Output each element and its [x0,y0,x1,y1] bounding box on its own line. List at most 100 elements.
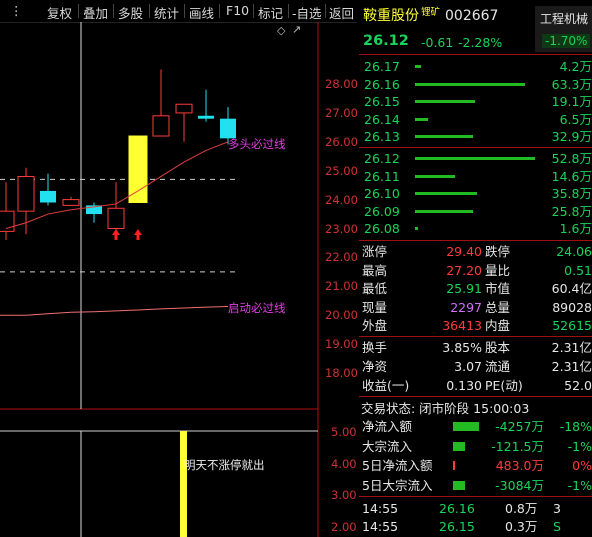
flow-bar [453,441,465,451]
price-tick-label: 21.00 [325,279,358,294]
sell-volume-bar [415,135,473,139]
stat-value: 89028 [552,299,592,315]
buy-price: 26.10 [364,186,400,202]
flow-bar [453,461,455,470]
toolbar-divider [184,4,185,18]
stat-label: 最低 [362,281,388,297]
sell-order-row: 26.15 19.1万 [359,93,592,110]
stat-value: 52.0 [564,378,592,393]
stats2-row: 换手 3.85% 股本 2.31亿 [359,339,592,356]
stat-value: 0.130 [446,378,482,393]
buy-order-row: 26.10 35.8万 [359,185,592,202]
current-price: 26.12 [363,33,409,49]
flow-pct: 0% [572,458,592,473]
stat-value: 52615 [552,318,592,334]
divider [359,336,592,337]
price-row: 26.12 -0.61 -2.28% [359,32,592,52]
stats-row: 最高 27.20 量比 0.51 [359,262,592,279]
kline-chart[interactable] [0,22,357,537]
buy-price: 26.12 [364,151,400,166]
stat-value: 0.51 [564,262,592,278]
flow-row: 5日净流入额 483.0万 0% [359,457,592,474]
toolbar-divider [219,4,220,18]
price-tick-label: 25.00 [325,163,358,178]
price-tick-label: 19.00 [325,337,358,352]
stat-label: 最高 [362,262,388,278]
stat-label: 内盘 [485,318,511,334]
buy-price: 26.08 [364,221,400,237]
button-tongji[interactable]: 统计 [154,3,179,22]
price-tick-label: 26.00 [325,134,358,149]
stat-value: 60.4亿 [551,281,592,297]
quote-panel: 鞍重股份 锂矿 002667 工程机械 -1.70% 26.12 -0.61 -… [359,0,592,537]
sell-order-row: 26.13 32.9万 [359,128,592,145]
buy-volume-bar [415,157,535,160]
sell-price: 26.14 [364,111,400,127]
price-tick-label: 27.00 [325,105,358,120]
button-huaxian[interactable]: 画线 [189,3,214,22]
expand-arrow-icon[interactable]: ↗ [292,23,301,36]
sell-price: 26.17 [364,59,400,74]
divider [359,147,592,148]
sell-volume: 32.9万 [551,129,592,145]
button-diejia[interactable]: 叠加 [83,3,108,22]
sector-name: 工程机械 [540,12,589,26]
sell-volume-bar [415,100,475,104]
flow-row: 净流入额 -4257万 -18% [359,418,592,435]
tick-row: 14:55 26.16 0.8万 3 [359,500,592,517]
tick-price: 26.16 [439,501,475,516]
button-duogu[interactable]: 多股 [118,3,143,22]
stats-row: 现量 2297 总量 89028 [359,299,592,316]
stat-label: 总量 [485,299,511,315]
stat-value: 24.06 [556,244,592,259]
toolbar-divider [149,4,150,18]
button-zixuan[interactable]: -自选 [292,3,322,22]
stat-label: 收益(一) [362,378,410,393]
button-biaoji[interactable]: 标记 [258,3,283,22]
stats2-row: 净资 3.07 流通 2.31亿 [359,358,592,375]
buy-volume: 25.8万 [551,203,592,219]
sell-order-row: 26.14 6.5万 [359,111,592,128]
sell-volume-bar [415,117,428,121]
button-fuquan[interactable]: 复权 [47,3,72,22]
buy-order-row: 26.12 52.8万 [359,150,592,167]
stat-label: 量比 [485,262,511,278]
divider [359,496,592,497]
stat-label: 涨停 [362,244,388,259]
stats-row: 涨停 29.40 跌停 24.06 [359,243,592,260]
flow-pct: -1% [567,438,592,454]
toolbar-divider [113,4,114,18]
stat-value: 36413 [442,318,482,334]
tomorrow-note: 明天不涨停就出 [184,458,265,472]
buy-volume: 35.8万 [551,186,592,202]
price-tick-label: 23.00 [325,221,358,236]
stat-label: 市值 [485,281,511,297]
sell-order-row: 26.17 4.2万 [359,58,592,75]
stat-label: PE(动) [485,378,523,393]
settings-grip-icon[interactable]: ⋮ [10,3,23,18]
diamond-icon[interactable]: ◇ [277,24,285,37]
tick-flag: 3 [553,501,561,516]
price-tick-label: 22.00 [325,250,358,265]
stat-value: 25.91 [446,281,482,297]
buy-price: 26.09 [364,203,400,219]
price-tick-label: 24.00 [325,192,358,207]
flow-value: 483.0万 [495,458,544,473]
sell-price: 26.15 [364,94,400,110]
buy-order-row: 26.09 25.8万 [359,203,592,220]
button-f10[interactable]: F10 [226,3,249,18]
volume-tick-label: 2.00 [331,519,357,534]
stat-value: 3.85% [442,340,482,355]
flow-pct: -18% [559,419,592,434]
divider [359,54,592,55]
button-fanhui[interactable]: 返回 [329,3,354,22]
candle-body [128,135,148,203]
stats-row: 最低 25.91 市值 60.4亿 [359,280,592,297]
sell-price: 26.13 [364,129,400,145]
sell-volume: 4.2万 [559,59,592,74]
buy-order-row: 26.08 1.6万 [359,220,592,237]
candle-body [198,115,214,119]
stock-code: 002667 [445,8,499,24]
price-change-pct: -2.28% [458,35,503,50]
candle-body [62,199,80,206]
